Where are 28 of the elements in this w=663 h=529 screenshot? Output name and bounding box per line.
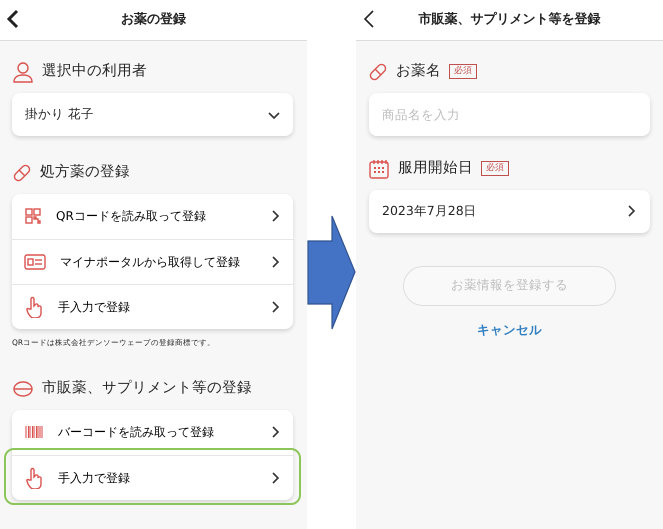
barcode-icon <box>24 425 44 440</box>
qr-code-icon <box>24 207 42 226</box>
pill-icon <box>368 62 388 82</box>
person-icon <box>12 61 34 83</box>
tablet-icon <box>12 380 34 398</box>
pointing-hand-icon <box>24 466 44 489</box>
section-heading: 選択中の利用者 <box>42 62 147 82</box>
section-heading: 処方薬の登録 <box>40 162 130 182</box>
menu-item[interactable]: 手入力で登録 <box>12 454 293 500</box>
section-heading: 市販薬、サプリメント等の登録 <box>42 378 252 398</box>
field-label: 服用開始日 <box>398 158 473 178</box>
cancel-link[interactable]: キャンセル <box>471 320 548 340</box>
required-tag: 必須 <box>449 64 477 80</box>
pointing-hand-icon <box>24 296 44 318</box>
id-card-icon <box>24 254 46 270</box>
menu-item[interactable]: 手入力で登録 <box>12 284 293 329</box>
required-tag: 必須 <box>481 161 509 176</box>
menu-item[interactable]: マイナポータルから取得して登録 <box>12 238 293 284</box>
menu-item[interactable]: バーコードを読み取って登録 <box>12 410 293 455</box>
screen-title: お薬の登録 <box>121 11 186 30</box>
date-field[interactable]: 2023年7月28日 <box>369 190 650 233</box>
pill-icon <box>12 162 32 183</box>
user-select[interactable]: 掛かり 花子 <box>12 93 293 136</box>
field-label: お薬名 <box>396 62 441 81</box>
input-field[interactable]: 商品名を入力 <box>369 92 650 136</box>
calendar-icon <box>368 158 390 180</box>
screen-title: 市販薬、サプリメント等を登録 <box>418 10 600 30</box>
menu-item[interactable]: QRコードを読み取って登録 <box>12 194 293 239</box>
